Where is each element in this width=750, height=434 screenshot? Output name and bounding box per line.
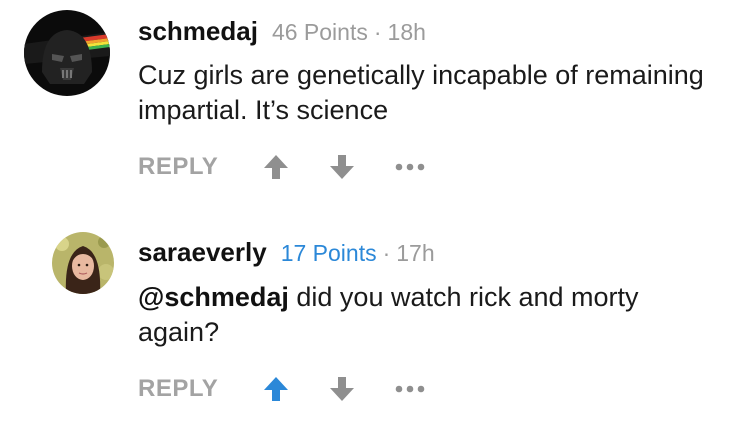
comment: schmedaj 46 Points · 18h Cuz girls are gene…: [0, 0, 750, 210]
more-options-button[interactable]: [393, 153, 427, 181]
more-options-button[interactable]: [393, 375, 427, 403]
arrow-down-icon: [330, 377, 354, 401]
points-count: 17 Points: [280, 240, 377, 266]
username[interactable]: saraeverly: [138, 237, 267, 267]
upvote-button[interactable]: [262, 375, 290, 403]
darth-vader-rainbow-icon: [24, 10, 110, 96]
upvote-button[interactable]: [262, 153, 290, 181]
username[interactable]: schmedaj: [138, 16, 258, 46]
timestamp: 17h: [396, 240, 435, 266]
avatar[interactable]: [24, 10, 110, 96]
reply-button[interactable]: REPLY: [138, 372, 218, 406]
comment-text: Cuz girls are genetically incapable of r…: [138, 60, 704, 125]
comment-text: @schmedaj did you watch rick and morty a…: [138, 280, 718, 350]
user-mention-link[interactable]: @schmedaj: [138, 282, 289, 312]
woman-portrait-icon: [52, 232, 114, 294]
arrow-down-icon: [330, 155, 354, 179]
timestamp: 18h: [387, 19, 426, 45]
separator-dot: ·: [373, 19, 382, 45]
separator-dot: ·: [382, 240, 391, 266]
more-dots-icon: [395, 385, 425, 393]
reply-button[interactable]: REPLY: [138, 150, 218, 184]
arrow-up-icon: [264, 155, 288, 179]
comment-header: saraeverly 17 Points · 17h: [138, 235, 435, 274]
downvote-button[interactable]: [328, 375, 356, 403]
comment: saraeverly 17 Points · 17h @schmedaj did yo…: [0, 222, 750, 434]
points-count: 46 Points: [271, 19, 368, 45]
avatar[interactable]: [52, 232, 114, 294]
comment-header: schmedaj 46 Points · 18h: [138, 14, 426, 53]
more-dots-icon: [395, 163, 425, 171]
arrow-up-icon: [264, 377, 288, 401]
downvote-button[interactable]: [328, 153, 356, 181]
